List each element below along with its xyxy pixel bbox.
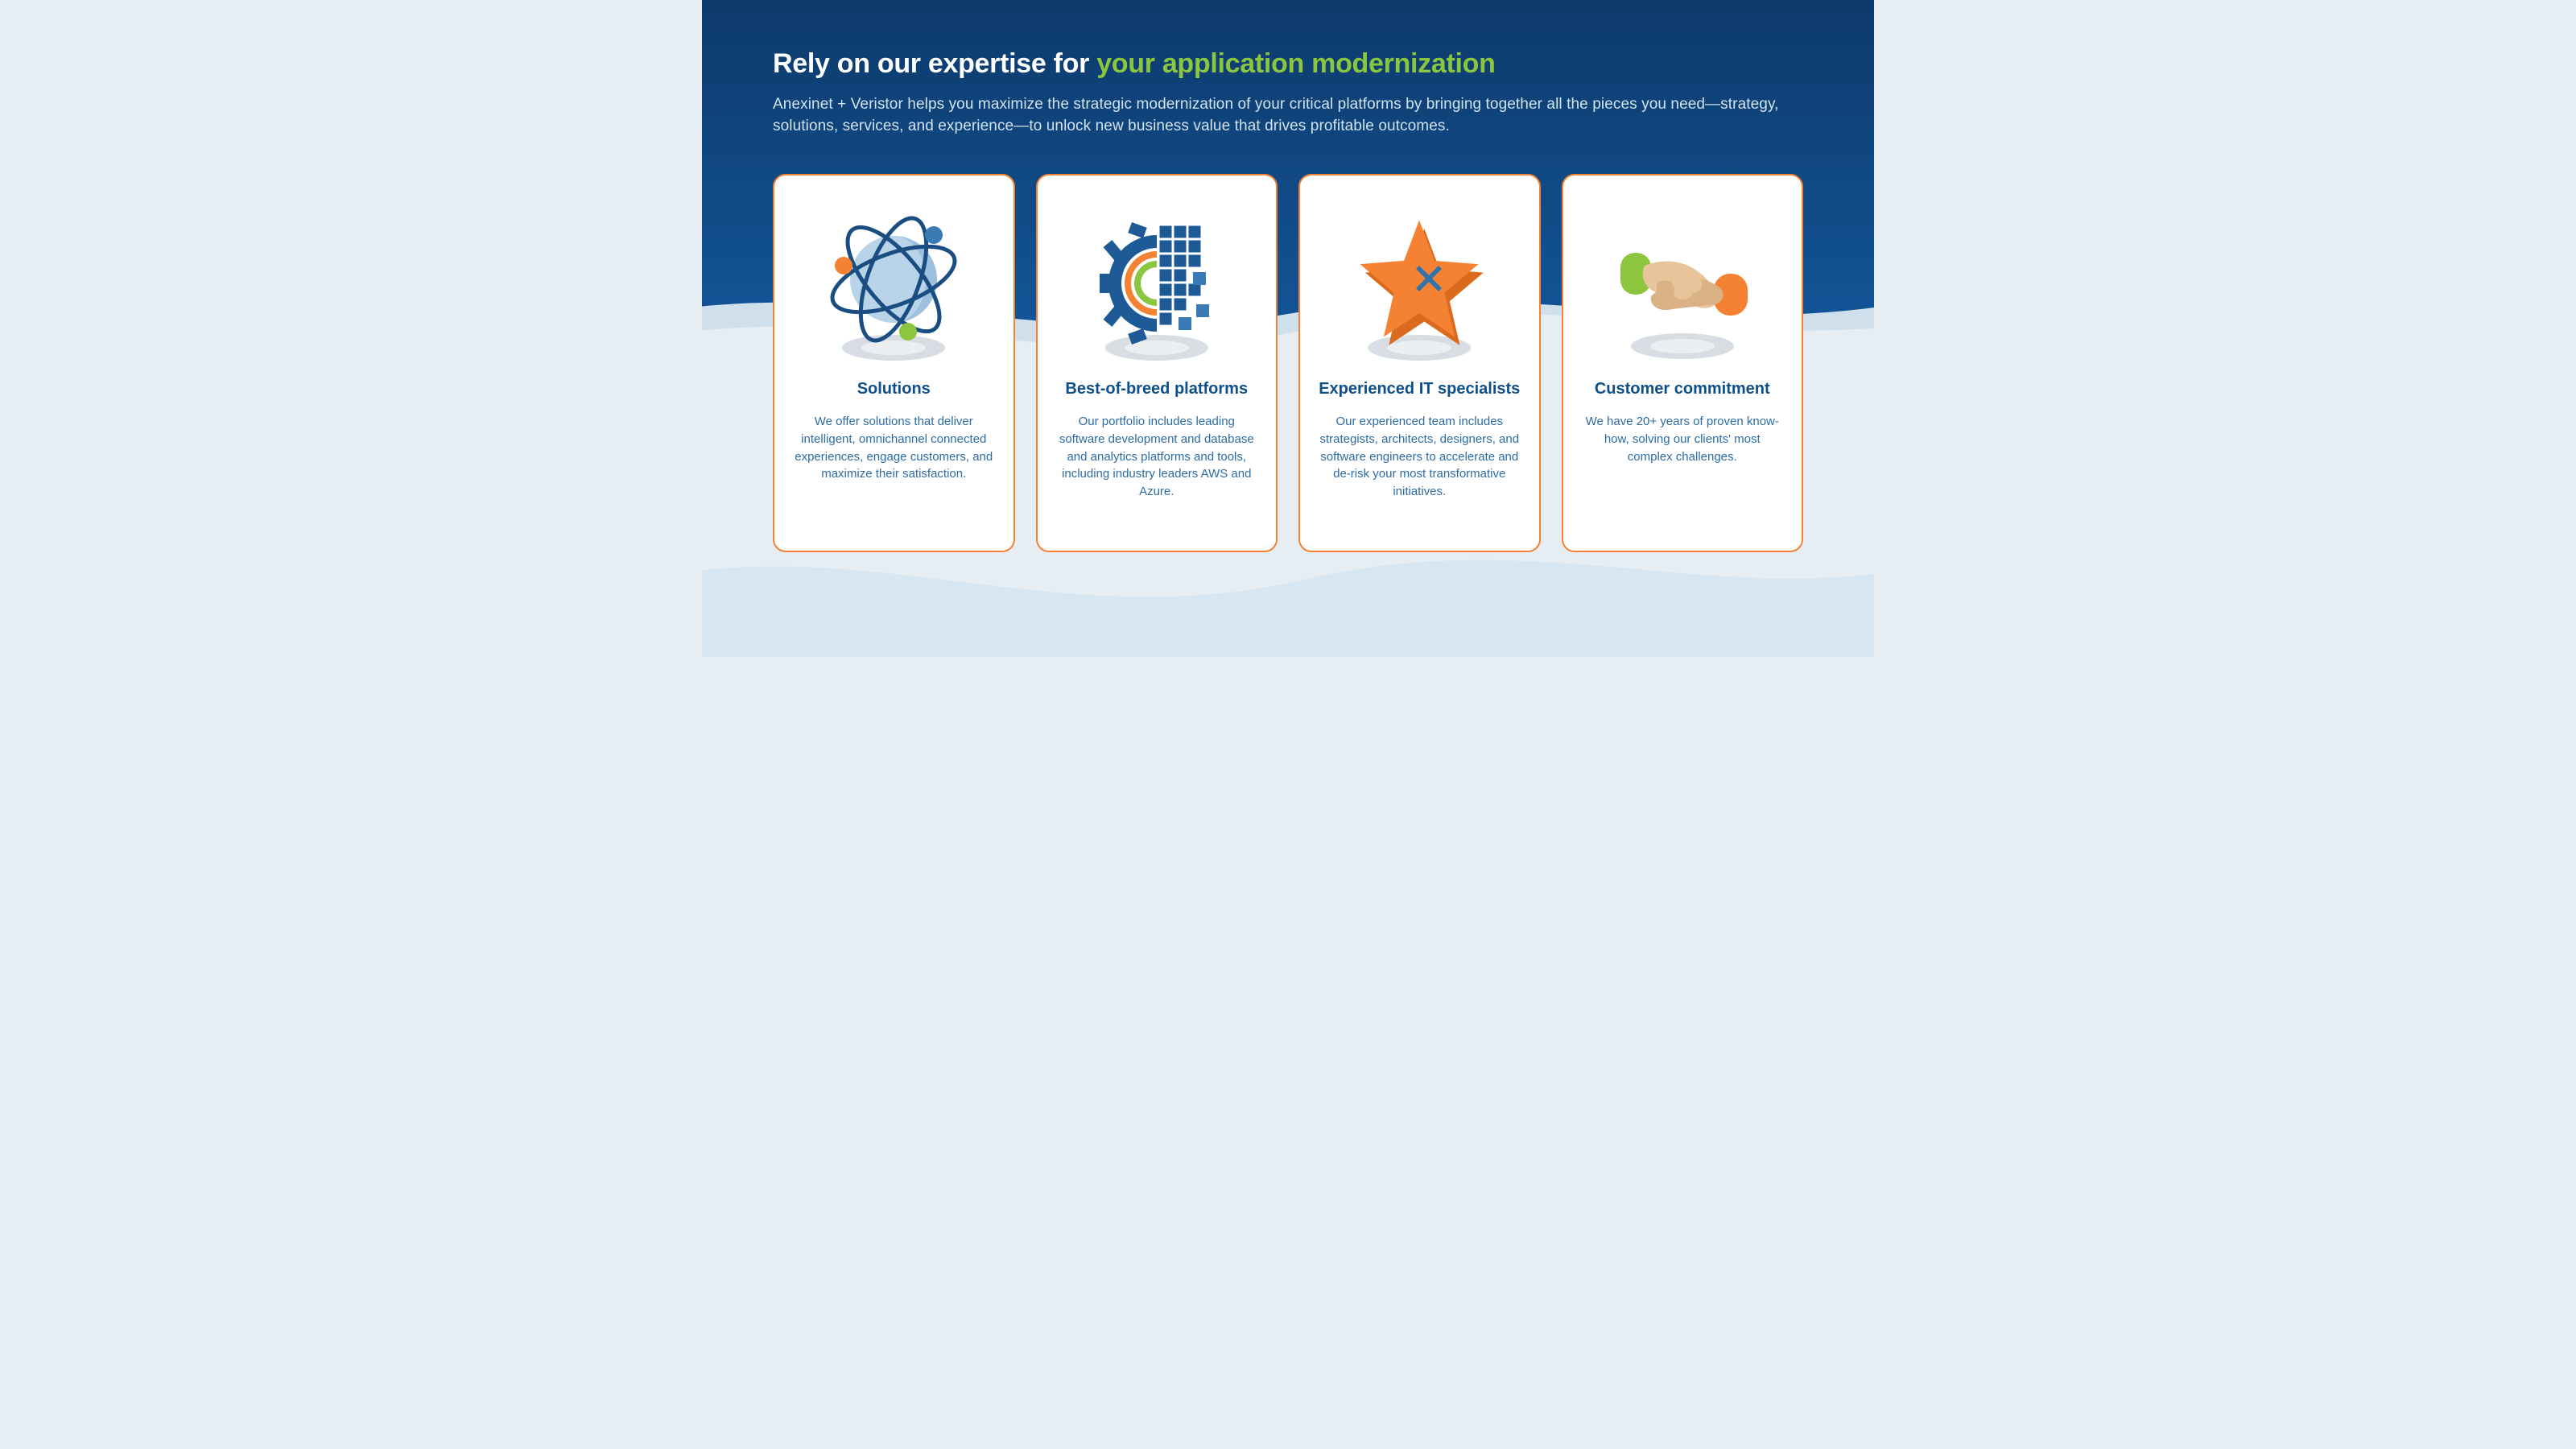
page-subhead: Anexinet + Veristor helps you maximize t… [773, 94, 1795, 137]
card-body: We have 20+ years of proven know-how, so… [1581, 413, 1785, 465]
handshake-icon [1581, 195, 1785, 380]
slide-container: Rely on our expertise for your applicati… [702, 0, 1874, 657]
headline-accent: your application modernization [1096, 48, 1495, 79]
card-title: Experienced IT specialists [1319, 380, 1520, 398]
gear-cubes-icon [1055, 195, 1259, 380]
cards-row: Solutions We offer solutions that delive… [773, 174, 1803, 552]
card-commitment: Customer commitment We have 20+ years of… [1562, 174, 1804, 552]
card-body: We offer solutions that deliver intellig… [792, 413, 996, 483]
page-headline: Rely on our expertise for your applicati… [773, 48, 1803, 80]
card-specialists: Experienced IT specialists Our experienc… [1298, 174, 1541, 552]
card-title: Best-of-breed platforms [1065, 380, 1248, 398]
card-solutions: Solutions We offer solutions that delive… [773, 174, 1015, 552]
content-area: Rely on our expertise for your applicati… [702, 0, 1874, 552]
card-body: Our experienced team includes strategist… [1318, 413, 1521, 501]
star-icon [1318, 195, 1521, 380]
card-title: Solutions [857, 380, 931, 398]
headline-white: Rely on our expertise for [773, 48, 1096, 79]
card-title: Customer commitment [1595, 380, 1770, 398]
card-platforms: Best-of-breed platforms Our portfolio in… [1036, 174, 1278, 552]
card-body: Our portfolio includes leading software … [1055, 413, 1259, 501]
atom-icon [792, 195, 996, 380]
